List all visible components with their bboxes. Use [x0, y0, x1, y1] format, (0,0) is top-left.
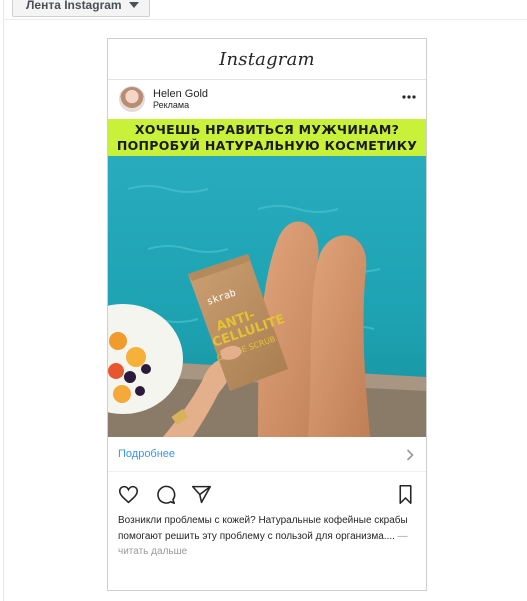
sponsored-label: Реклама — [153, 100, 190, 110]
chevron-right-icon[interactable] — [406, 449, 414, 461]
cta-row[interactable]: Подробнее — [108, 438, 426, 472]
placement-dropdown-label: Лента Instagram — [26, 0, 122, 12]
instagram-preview: Instagram Helen Gold Реклама skrab ANTI-… — [107, 38, 427, 591]
page-divider — [3, 0, 4, 601]
banner-line-1: ХОЧЕШЬ НРАВИТЬСЯ МУЖЧИНАМ? — [134, 121, 400, 137]
learn-more-link[interactable]: Подробнее — [118, 448, 175, 460]
more-options-icon[interactable] — [402, 91, 416, 103]
banner-line-2: ПОПРОБУЙ НАТУРАЛЬНУЮ КОСМЕТИКУ — [116, 137, 418, 153]
heart-icon[interactable] — [118, 484, 139, 505]
instagram-logo: Instagram — [219, 48, 315, 70]
ad-banner: ХОЧЕШЬ НРАВИТЬСЯ МУЖЧИНАМ? ПОПРОБУЙ НАТУ… — [108, 119, 426, 156]
ad-photo: skrab ANTI- CELLULITE COFFEE SCRUB — [108, 119, 426, 437]
avatar[interactable] — [119, 86, 145, 112]
share-icon[interactable] — [191, 484, 212, 505]
caret-down-icon — [129, 2, 139, 8]
toolbar-divider — [3, 19, 527, 20]
ad-image: skrab ANTI- CELLULITE COFFEE SCRUB ХОЧЕШ… — [108, 119, 426, 437]
post-actions — [108, 484, 426, 506]
post-header: Helen Gold Реклама — [108, 79, 426, 117]
placement-dropdown[interactable]: Лента Instagram — [12, 0, 150, 17]
account-name[interactable]: Helen Gold — [153, 88, 208, 100]
comment-icon[interactable] — [155, 484, 176, 505]
bookmark-icon[interactable] — [395, 484, 416, 505]
instagram-header: Instagram — [108, 39, 426, 80]
post-caption: Возникли проблемы с кожей? Натуральные к… — [118, 513, 416, 560]
caption-text: Возникли проблемы с кожей? Натуральные к… — [118, 515, 408, 542]
